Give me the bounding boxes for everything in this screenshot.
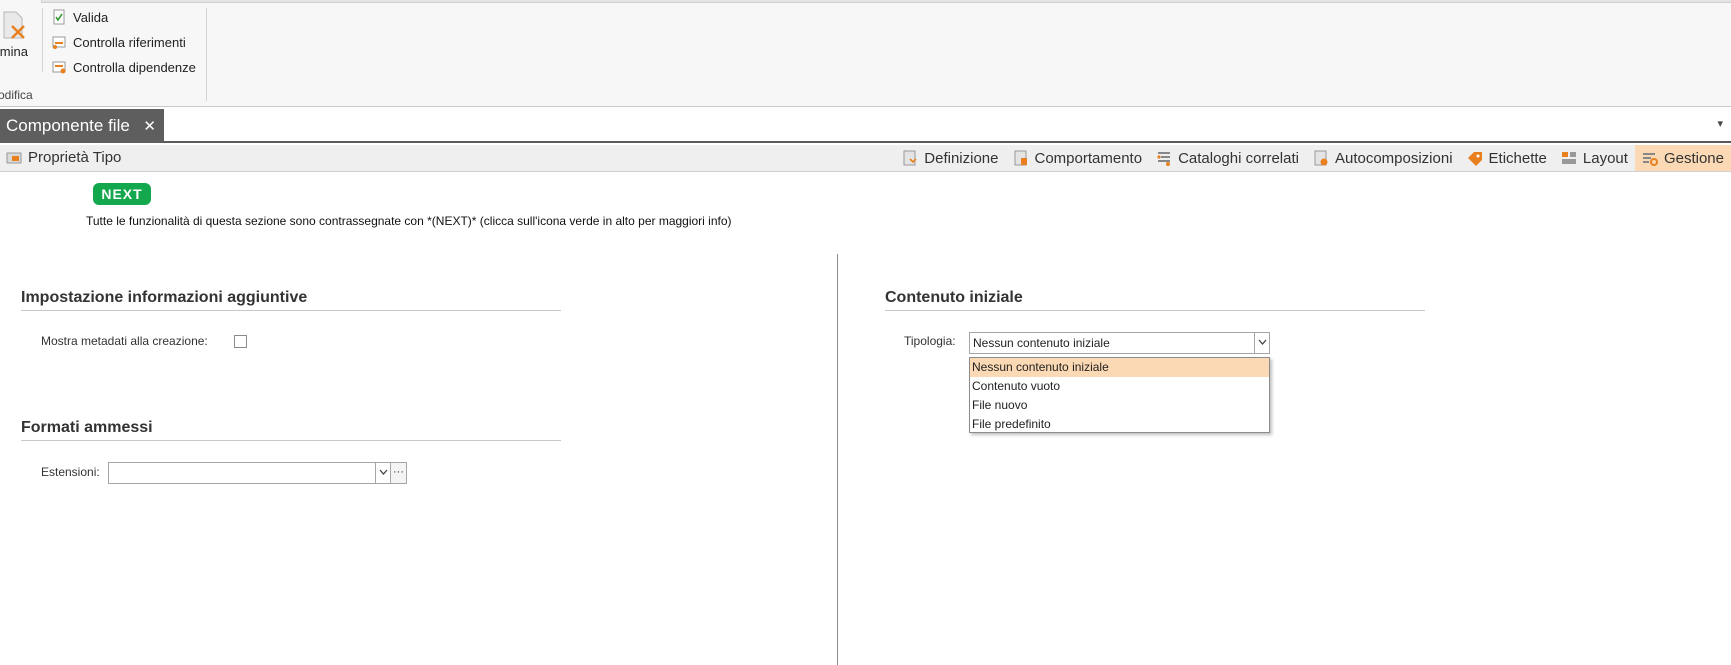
tab-title: Componente file xyxy=(6,116,130,135)
tab-label: Definizione xyxy=(924,149,999,167)
extensions-label: Estensioni: xyxy=(41,465,100,479)
tab-label: Etichette xyxy=(1488,149,1547,167)
delete-button[interactable]: limina xyxy=(0,6,38,66)
validate-label: Valida xyxy=(73,9,109,25)
check-dependencies-button[interactable]: Controlla dipendenze xyxy=(51,57,196,77)
close-icon[interactable]: ✕ xyxy=(143,117,156,135)
ribbon-separator xyxy=(206,8,207,101)
definition-icon xyxy=(902,150,918,166)
next-badge[interactable]: NEXT xyxy=(93,183,151,205)
management-icon xyxy=(1642,150,1658,166)
dropdown-option[interactable]: Nessun contenuto iniziale xyxy=(970,358,1269,377)
type-select-value: Nessun contenuto iniziale xyxy=(973,336,1110,350)
ribbon-tab-row xyxy=(0,0,1731,3)
check-references-label: Controlla riferimenti xyxy=(73,34,186,50)
type-dropdown-list: Nessun contenuto iniziale Contenuto vuot… xyxy=(969,357,1270,433)
type-properties-label: Proprietà Tipo xyxy=(28,149,122,166)
ribbon-separator xyxy=(42,8,43,72)
column-divider xyxy=(837,254,838,665)
tag-icon xyxy=(1467,150,1483,166)
delete-document-icon xyxy=(0,10,25,40)
check-dependencies-icon xyxy=(51,59,67,75)
check-dependencies-label: Controlla dipendenze xyxy=(73,59,196,75)
tab-cataloghi-correlati[interactable]: Cataloghi correlati xyxy=(1149,145,1306,171)
document-tab-strip: Componente file ✕ ▾ xyxy=(0,108,1731,143)
chevron-down-icon[interactable] xyxy=(1254,333,1269,353)
show-metadata-label: Mostra metadati alla creazione: xyxy=(41,334,208,348)
tab-label: Cataloghi correlati xyxy=(1178,149,1299,167)
show-metadata-checkbox[interactable] xyxy=(234,335,247,348)
check-references-button[interactable]: Controlla riferimenti xyxy=(51,32,186,52)
tab-label: Gestione xyxy=(1663,149,1724,167)
tab-label: Comportamento xyxy=(1034,149,1143,167)
properties-icon xyxy=(6,150,22,166)
validate-button[interactable]: Valida xyxy=(51,7,108,27)
type-properties-button[interactable]: Proprietà Tipo xyxy=(6,149,121,166)
layout-icon xyxy=(1561,150,1577,166)
ribbon: limina odifica Valida Controlla riferime… xyxy=(0,0,1731,107)
related-catalogs-icon xyxy=(1156,150,1172,166)
behavior-icon xyxy=(1013,150,1029,166)
tab-gestione[interactable]: Gestione xyxy=(1634,145,1731,171)
delete-button-label: limina xyxy=(0,44,28,59)
type-select[interactable]: Nessun contenuto iniziale xyxy=(969,332,1270,354)
autocompositions-icon xyxy=(1313,150,1329,166)
tab-autocomposizioni[interactable]: Autocomposizioni xyxy=(1306,145,1460,171)
tab-etichette[interactable]: Etichette xyxy=(1460,145,1554,171)
tab-label: Autocomposizioni xyxy=(1334,149,1453,167)
extensions-combo[interactable] xyxy=(108,462,391,484)
tab-comportamento[interactable]: Comportamento xyxy=(1006,145,1150,171)
validate-icon xyxy=(51,9,67,25)
section-title-additional-info: Impostazione informazioni aggiuntive xyxy=(21,289,561,311)
dropdown-option[interactable]: File nuovo xyxy=(970,396,1269,415)
section-tabs: Definizione Comportamento Cataloghi corr… xyxy=(895,145,1731,171)
tab-definizione[interactable]: Definizione xyxy=(895,145,1005,171)
type-label: Tipologia: xyxy=(904,334,956,348)
section-title-initial-content: Contenuto iniziale xyxy=(885,289,1425,311)
tab-label: Layout xyxy=(1582,149,1628,167)
extensions-browse-button[interactable]: ··· xyxy=(390,462,407,484)
next-info-text: Tutte le funzionalità di questa sezione … xyxy=(86,214,732,228)
tab-componente-file[interactable]: Componente file ✕ xyxy=(0,109,164,143)
section-title-allowed-formats: Formati ammessi xyxy=(21,419,561,441)
tab-layout[interactable]: Layout xyxy=(1554,145,1635,171)
chevron-down-icon[interactable] xyxy=(375,463,390,483)
type-properties-toolbar: Proprietà Tipo Definizione Comportamento… xyxy=(0,145,1731,172)
ribbon-group-label: odifica xyxy=(0,88,33,102)
dropdown-option[interactable]: Contenuto vuoto xyxy=(970,377,1269,396)
chevron-down-icon[interactable]: ▾ xyxy=(1717,117,1723,130)
check-references-icon xyxy=(51,34,67,50)
dropdown-option[interactable]: File predefinito xyxy=(970,415,1269,434)
